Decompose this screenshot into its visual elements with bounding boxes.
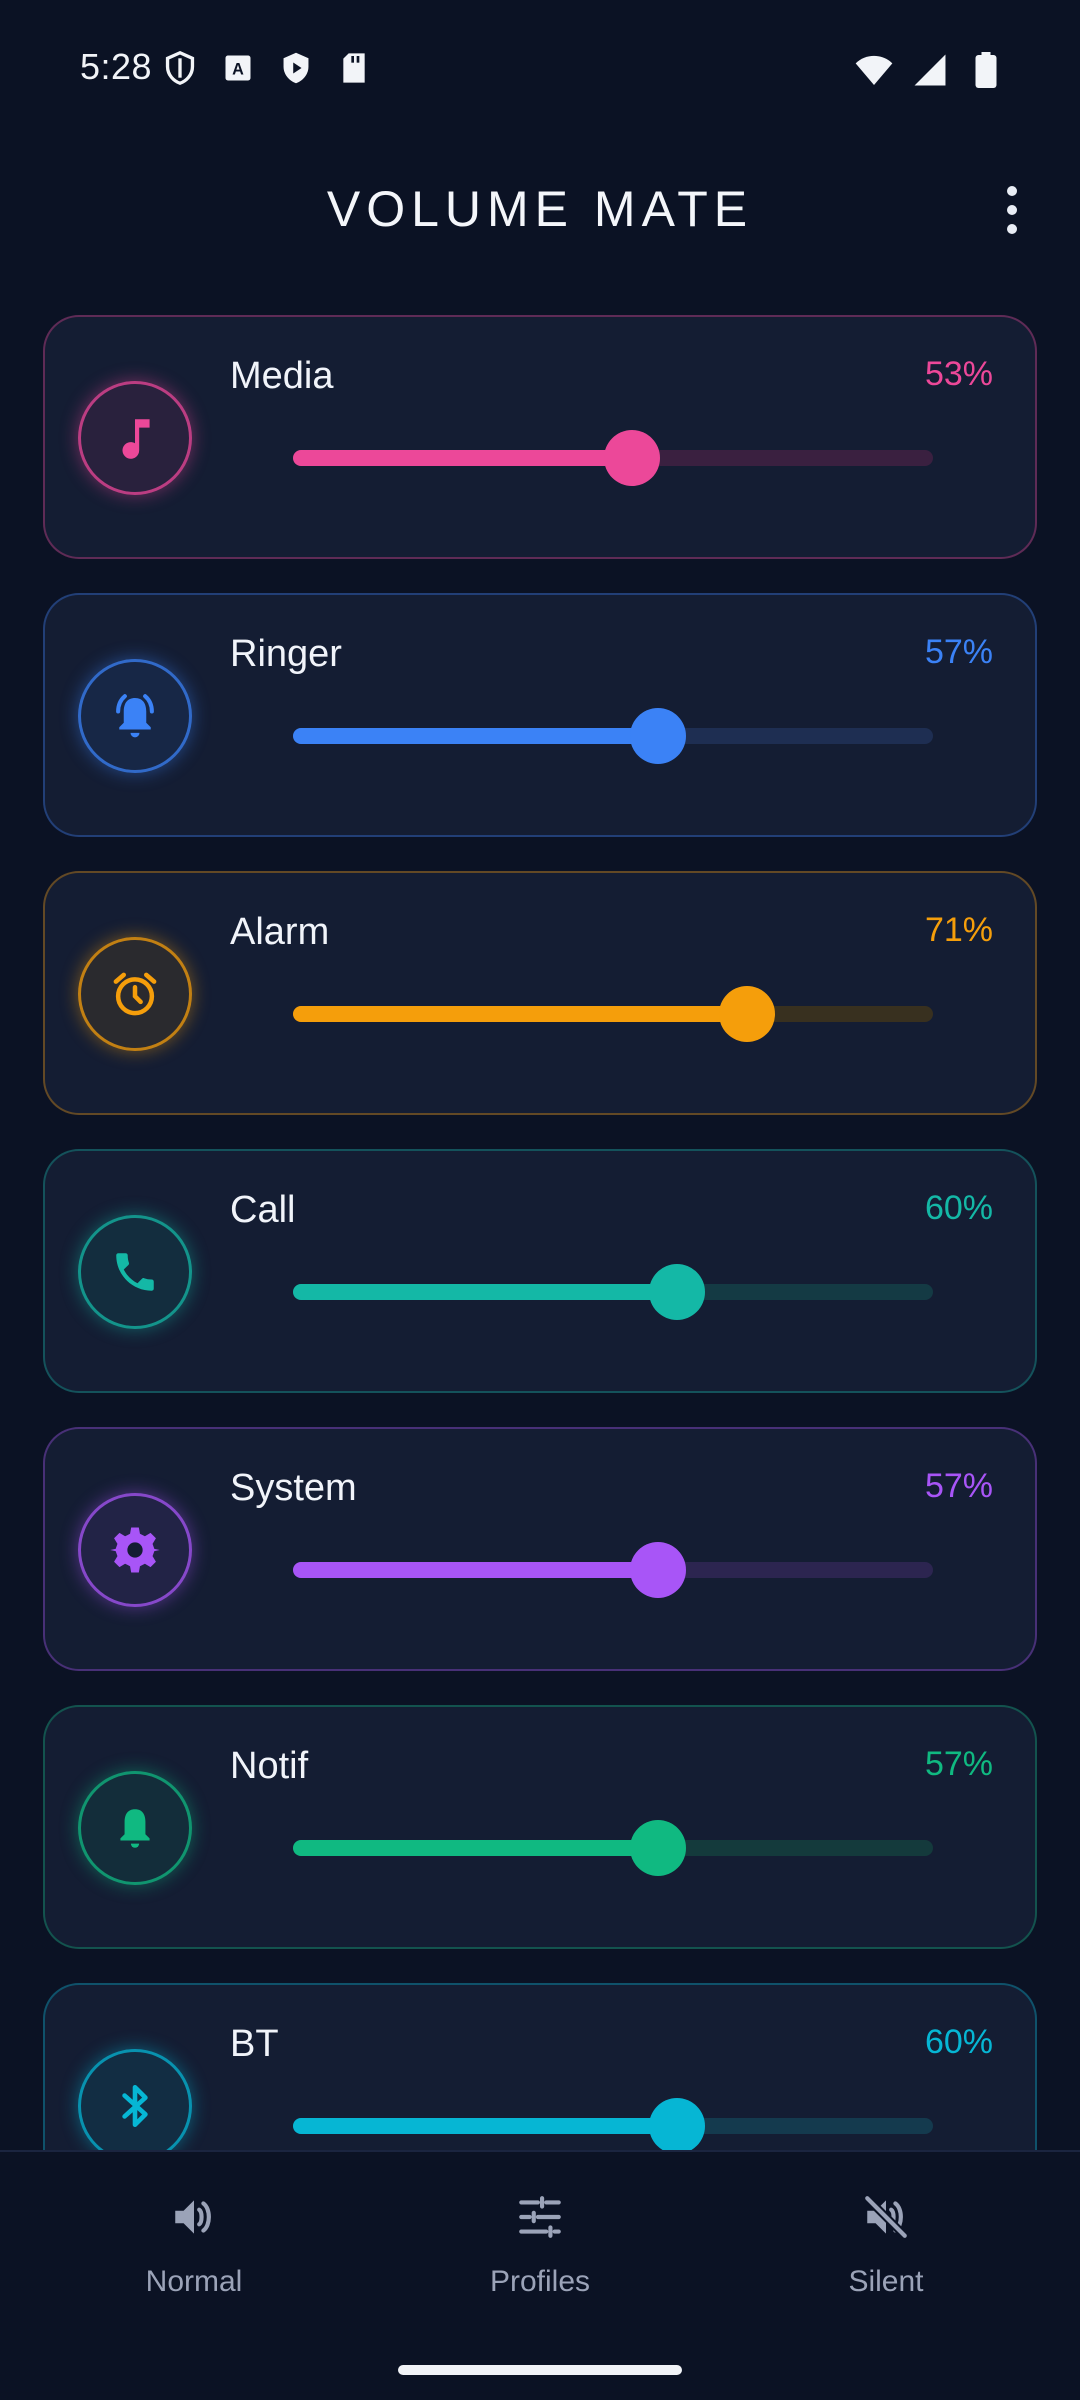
slider-fill <box>293 1006 748 1022</box>
call-volume-slider[interactable] <box>293 1264 933 1320</box>
channel-label: Call <box>230 1189 296 1231</box>
slider-thumb[interactable] <box>629 1820 686 1876</box>
volume-off-icon <box>861 2192 911 2247</box>
channel-label: System <box>230 1467 357 1509</box>
volume-up-icon <box>169 2192 219 2247</box>
volume-card-media: Media 53% <box>43 315 1037 559</box>
ringer-volume-slider[interactable] <box>293 708 933 764</box>
sliders-icon <box>515 2192 565 2247</box>
nav-label: Profiles <box>489 2265 591 2298</box>
slider-thumb[interactable] <box>719 986 776 1042</box>
channel-value: 71% <box>924 911 993 949</box>
slider-thumb[interactable] <box>649 2098 705 2150</box>
slider-fill <box>293 2118 677 2134</box>
slider-fill <box>293 1562 658 1578</box>
volume-card-call: Call 60% <box>43 1149 1037 1393</box>
nav-label: Normal <box>145 2265 243 2298</box>
notification-volume-slider[interactable] <box>293 1820 933 1876</box>
channel-value: 60% <box>924 2023 993 2061</box>
channel-label: Alarm <box>230 911 330 953</box>
channel-value: 60% <box>924 1189 993 1227</box>
system-volume-slider[interactable] <box>293 1542 933 1598</box>
channel-label: BT <box>230 2023 279 2065</box>
slider-fill <box>293 1284 677 1300</box>
phone-icon <box>78 1215 192 1329</box>
volume-card-ringer: Ringer 57% <box>43 593 1037 837</box>
bottom-nav: Normal Profiles Silent <box>0 2150 1080 2400</box>
slider-thumb[interactable] <box>629 1542 686 1598</box>
volume-card-alarm: Alarm 71% <box>43 871 1037 1115</box>
slider-fill <box>293 450 633 466</box>
nav-label: Silent <box>848 2265 924 2298</box>
nav-silent[interactable]: Silent <box>756 2192 1016 2299</box>
home-indicator[interactable] <box>398 2365 682 2375</box>
channel-label: Media <box>230 355 334 397</box>
channel-label: Notif <box>230 1745 309 1787</box>
slider-thumb[interactable] <box>604 430 661 486</box>
gear-icon <box>78 1493 192 1607</box>
nav-normal[interactable]: Normal <box>64 2192 324 2299</box>
bell-ringing-icon <box>78 659 192 773</box>
slider-thumb[interactable] <box>649 1264 705 1320</box>
bluetooth-volume-slider[interactable] <box>293 2098 933 2150</box>
volume-card-notification: Notif 57% <box>43 1705 1037 1949</box>
volume-card-bluetooth: BT 60% <box>43 1983 1037 2150</box>
volume-card-system: System 57% <box>43 1427 1037 1671</box>
bell-icon <box>78 1771 192 1885</box>
channel-value: 57% <box>924 1745 993 1783</box>
alarm-volume-slider[interactable] <box>293 986 933 1042</box>
music-note-icon <box>78 381 192 495</box>
slider-fill <box>293 1840 658 1856</box>
nav-profiles[interactable]: Profiles <box>410 2192 670 2299</box>
volume-list[interactable]: Media 53% Ringer 57% Alarm 71% Call 60% … <box>0 0 1080 2150</box>
bluetooth-icon <box>78 2049 192 2150</box>
slider-fill <box>293 728 658 744</box>
channel-value: 57% <box>924 633 993 671</box>
channel-value: 53% <box>924 355 993 393</box>
channel-value: 57% <box>924 1467 993 1505</box>
slider-thumb[interactable] <box>629 708 686 764</box>
channel-label: Ringer <box>230 633 342 675</box>
alarm-clock-icon <box>78 937 192 1051</box>
media-volume-slider[interactable] <box>293 430 933 486</box>
